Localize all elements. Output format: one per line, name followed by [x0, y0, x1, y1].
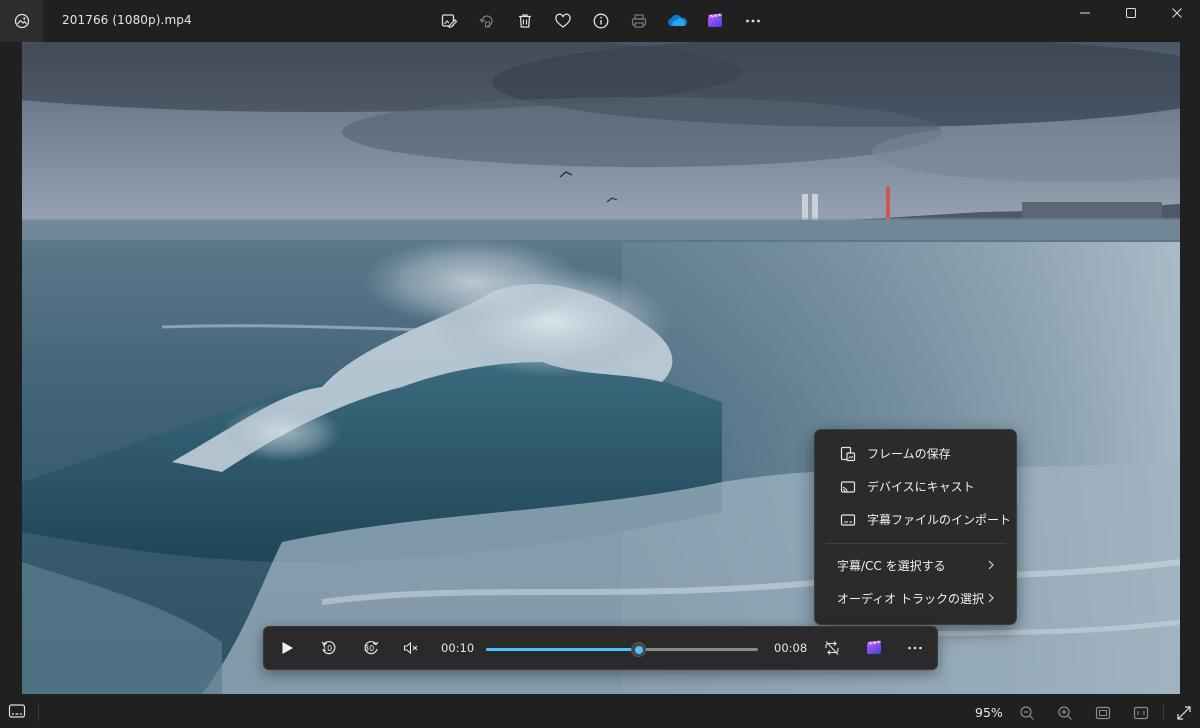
skip-back-seconds: 10 — [322, 644, 333, 653]
video-context-menu: フレームの保存 デバイスにキャスト 字幕ファイルのインポート 字幕/CC を選択… — [814, 429, 1017, 625]
chevron-right-icon — [986, 559, 996, 574]
title-bar: 201766 (1080p).mp4 — [0, 0, 1200, 42]
clipchamp-icon[interactable] — [696, 2, 734, 40]
player-more-options-button[interactable] — [900, 627, 930, 669]
save-frame-icon — [840, 446, 856, 462]
close-icon[interactable] — [1154, 0, 1200, 26]
seek-thumb[interactable] — [631, 642, 647, 657]
fullscreen-button[interactable] — [1175, 704, 1193, 722]
maximize-icon[interactable] — [1108, 0, 1154, 26]
zoom-in-icon — [1058, 706, 1072, 720]
media-player-controls: 10 30 00:10 00:08 — [263, 626, 938, 670]
cast-icon — [840, 479, 856, 495]
menu-item-label: オーディオ トラックの選択 — [837, 592, 984, 606]
print-icon[interactable] — [620, 2, 658, 40]
fit-to-window-button[interactable] — [1094, 704, 1112, 722]
repeat-off-icon — [825, 641, 839, 655]
window-controls — [1062, 0, 1200, 26]
mute-button[interactable] — [396, 627, 426, 669]
subtitle-icon — [840, 512, 856, 528]
zoom-out-icon — [1020, 706, 1034, 720]
info-icon[interactable] — [582, 2, 620, 40]
filmstrip-icon — [8, 704, 26, 718]
menu-item-cast-to-device[interactable]: デバイスにキャスト — [819, 470, 1012, 503]
zoom-level: 95% — [975, 705, 1003, 720]
skip-back-button[interactable]: 10 — [314, 627, 344, 669]
play-icon — [282, 642, 293, 654]
seek-progress — [486, 648, 639, 651]
seek-bar[interactable] — [486, 642, 758, 657]
onedrive-cloud-icon[interactable] — [658, 2, 696, 40]
menu-item-save-frame[interactable]: フレームの保存 — [819, 437, 1012, 470]
video-frame[interactable]: フレームの保存 デバイスにキャスト 字幕ファイルのインポート 字幕/CC を選択… — [22, 42, 1180, 694]
menu-item-label: デバイスにキャスト — [867, 480, 975, 494]
skip-forward-seconds: 30 — [364, 644, 375, 653]
delete-icon[interactable] — [506, 2, 544, 40]
minimize-icon[interactable] — [1062, 0, 1108, 26]
menu-item-label: フレームの保存 — [867, 447, 951, 461]
fullscreen-icon — [1177, 706, 1191, 720]
chevron-right-icon — [986, 592, 996, 607]
fit-window-icon — [1095, 706, 1111, 720]
photos-app-icon[interactable] — [0, 0, 43, 42]
status-divider — [1163, 703, 1164, 721]
edit-image-icon[interactable] — [430, 2, 468, 40]
menu-item-label: 字幕ファイルのインポート — [867, 513, 1012, 527]
repeat-off-button[interactable] — [817, 627, 847, 669]
menu-item-label: 字幕/CC を選択する — [837, 559, 946, 573]
elapsed-time: 00:10 — [441, 641, 475, 655]
play-button[interactable] — [272, 627, 302, 669]
menu-item-select-audio-track[interactable]: オーディオ トラックの選択 — [819, 582, 1012, 615]
actual-size-icon — [1133, 706, 1149, 720]
status-divider — [38, 703, 39, 721]
volume-muted-icon — [403, 641, 418, 655]
top-toolbar — [430, 0, 772, 42]
actual-size-button[interactable] — [1132, 704, 1150, 722]
zoom-out-button[interactable] — [1018, 704, 1036, 722]
favorite-heart-icon[interactable] — [544, 2, 582, 40]
menu-separator — [825, 543, 1006, 544]
menu-item-select-subtitles-cc[interactable]: 字幕/CC を選択する — [819, 549, 1012, 582]
more-options-icon[interactable] — [734, 2, 772, 40]
skip-forward-button[interactable]: 30 — [356, 627, 386, 669]
clipchamp-edit-button[interactable] — [859, 627, 889, 669]
more-options-icon — [908, 646, 922, 650]
filmstrip-toggle-button[interactable] — [8, 702, 26, 724]
remaining-time: 00:08 — [774, 641, 808, 655]
rotate-icon[interactable] — [468, 2, 506, 40]
zoom-in-button[interactable] — [1056, 704, 1074, 722]
clipchamp-icon — [867, 640, 881, 654]
file-title: 201766 (1080p).mp4 — [62, 13, 192, 27]
menu-item-import-subtitles[interactable]: 字幕ファイルのインポート — [819, 503, 1012, 536]
